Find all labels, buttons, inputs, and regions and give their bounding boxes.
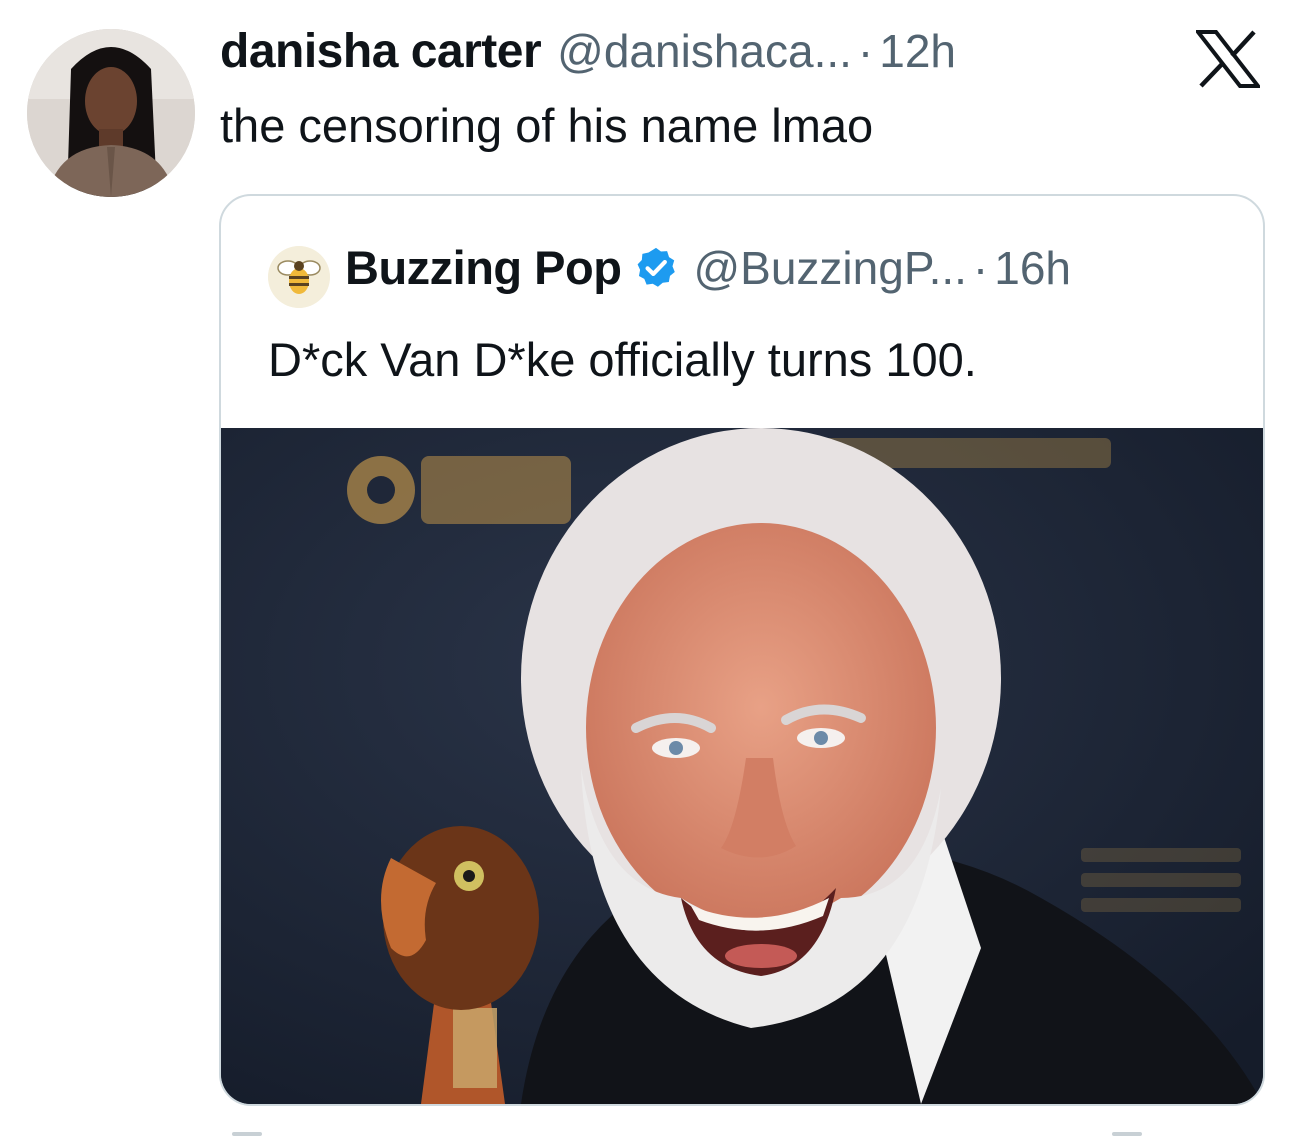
quoted-tweet-timestamp[interactable]: 16h	[994, 241, 1071, 295]
author-handle[interactable]: @danishaca...	[557, 24, 852, 78]
author-avatar[interactable]	[27, 29, 195, 197]
author-display-name[interactable]: danisha carter	[220, 24, 542, 79]
quoted-tweet-photo[interactable]	[221, 428, 1263, 1104]
separator-dot: ·	[857, 25, 874, 77]
tweet-text: the censoring of his name lmao	[220, 99, 874, 152]
tweet: danisha carter @danishaca... · 12h the c…	[0, 0, 1290, 1140]
verified-badge-icon	[638, 247, 676, 287]
quoted-separator-dot: ·	[972, 241, 989, 294]
quoted-tweet-header: Buzzing Pop @BuzzingP... · 16h	[345, 240, 1071, 295]
quoted-tweet-text: D*ck Van D*ke officially turns 100.	[268, 333, 977, 386]
divider	[1112, 1132, 1142, 1136]
tweet-header: danisha carter @danishaca... · 12h	[220, 24, 956, 84]
x-logo-icon	[1193, 30, 1263, 88]
quoted-tweet-card[interactable]: Buzzing Pop @BuzzingP... · 16h D*ck Van …	[219, 194, 1265, 1106]
quoted-author-display-name[interactable]: Buzzing Pop	[345, 240, 622, 295]
bee-icon[interactable]	[268, 246, 330, 308]
quoted-author-handle[interactable]: @BuzzingP...	[693, 241, 966, 295]
divider	[232, 1132, 262, 1136]
tweet-timestamp[interactable]: 12h	[879, 24, 956, 78]
